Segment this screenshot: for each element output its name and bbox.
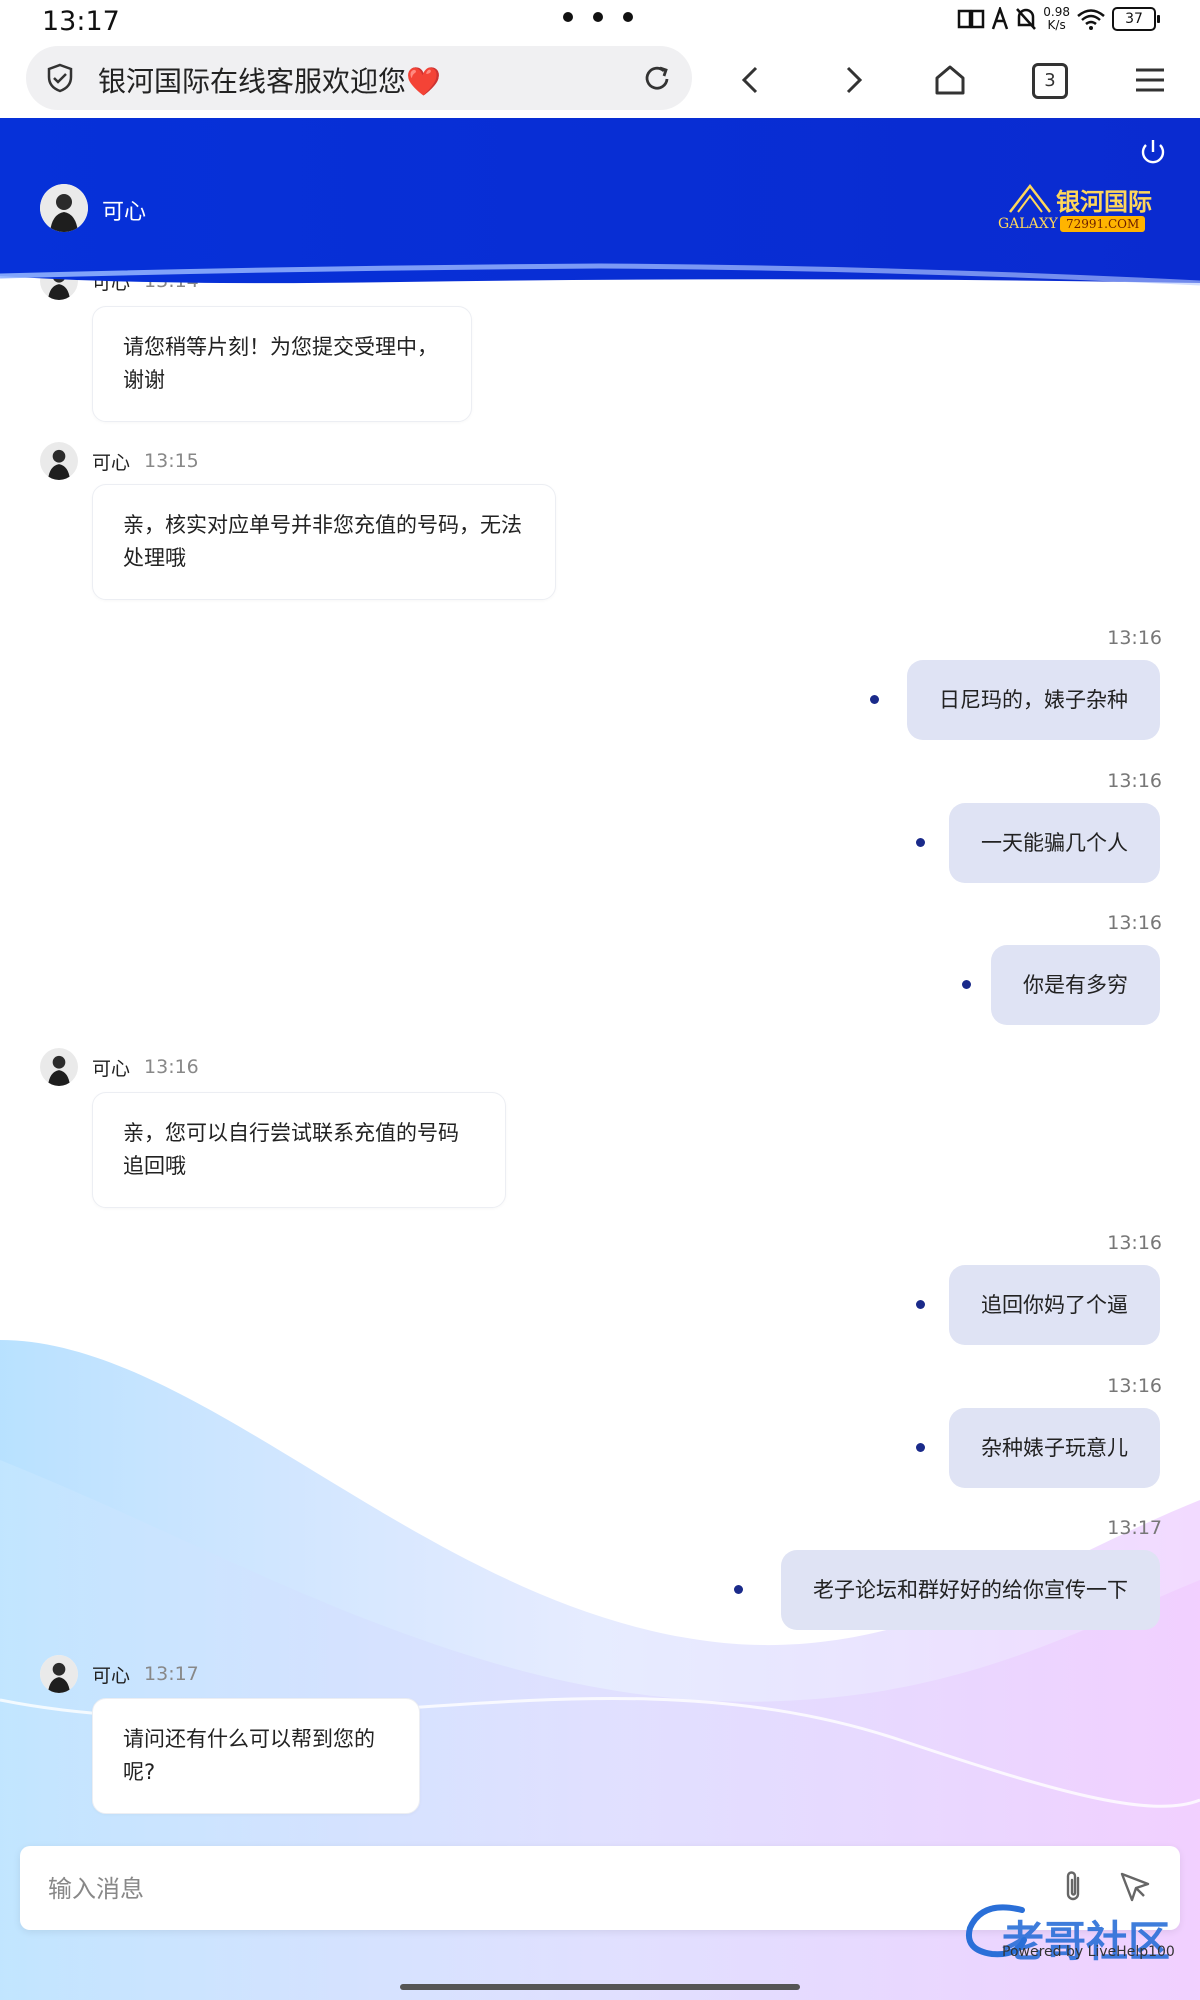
message-time: 13:16 <box>1107 770 1162 792</box>
wifi-icon <box>1077 9 1105 30</box>
message-list: 可心 13:14 请您稍等片刻！为您提交受理中，谢谢 可心 13:15 亲，核实… <box>0 0 1200 2000</box>
home-icon[interactable] <box>932 62 968 98</box>
home-indicator[interactable] <box>400 1984 800 1990</box>
menu-icon[interactable] <box>1132 62 1168 98</box>
mute-bell-icon <box>1016 8 1037 30</box>
incoming-message: 请您稍等片刻！为您提交受理中，谢谢 <box>92 306 472 422</box>
message-time: 13:16 <box>1107 912 1162 934</box>
message-time: 13:16 <box>1107 1232 1162 1254</box>
brand-en: GALAXY <box>998 216 1058 232</box>
read-indicator <box>916 838 925 847</box>
font-a-icon <box>992 7 1009 30</box>
outgoing-message: 杂种婊子玩意儿 <box>949 1408 1160 1488</box>
message-input[interactable] <box>46 1864 1010 1914</box>
read-indicator <box>870 695 879 704</box>
brand-domain: 72991.COM <box>1060 216 1146 232</box>
read-indicator <box>962 980 971 989</box>
powered-by: Powered by LiveHelp100 <box>1002 1944 1175 1960</box>
status-bar: 13:17 0.98 K/s 37 <box>0 0 1200 44</box>
brand-logo: 银河国际 GALAXY 72991.COM <box>998 182 1162 236</box>
message-time: 13:17 <box>144 1663 199 1685</box>
read-indicator <box>916 1300 925 1309</box>
message-meta: 可心 13:15 <box>40 442 199 480</box>
outgoing-message: 日尼玛的，婊子杂种 <box>907 660 1160 740</box>
sender-name: 可心 <box>92 1057 131 1080</box>
page-title: 银河国际在线客服欢迎您❤️ <box>98 65 441 98</box>
power-icon[interactable] <box>1136 136 1170 170</box>
reader-icon <box>958 9 985 29</box>
brand-name: 银河国际 <box>1056 187 1152 216</box>
network-speed: 0.98 K/s <box>1043 5 1070 32</box>
send-icon[interactable] <box>1118 1870 1152 1904</box>
message-meta: 可心 13:17 <box>40 1655 199 1693</box>
avatar <box>40 442 78 480</box>
battery-indicator: 37 <box>1112 7 1160 31</box>
avatar <box>40 184 88 232</box>
paperclip-icon[interactable] <box>1058 1870 1090 1906</box>
status-time: 13:17 <box>42 6 120 37</box>
address-bar[interactable]: 银河国际在线客服欢迎您❤️ <box>26 46 692 110</box>
sender-name: 可心 <box>92 1664 131 1687</box>
outgoing-message: 追回你妈了个逼 <box>949 1265 1160 1345</box>
incoming-message: 亲，核实对应单号并非您充值的号码，无法处理哦 <box>92 484 556 600</box>
chat-header: 可心 银河国际 GALAXY 72991.COM <box>0 118 1200 286</box>
message-meta: 可心 13:16 <box>40 1048 199 1086</box>
incoming-message: 请问还有什么可以帮到您的呢? <box>92 1698 420 1814</box>
sender-name: 可心 <box>92 451 131 474</box>
avatar <box>40 1655 78 1693</box>
chevron-right-icon[interactable] <box>834 62 870 98</box>
read-indicator <box>916 1443 925 1452</box>
message-time: 13:16 <box>1107 1375 1162 1397</box>
galaxy-roof-icon <box>1009 183 1051 213</box>
incoming-message: 亲，您可以自行尝试联系充值的号码追回哦 <box>92 1092 506 1208</box>
outgoing-message: 老子论坛和群好好的给你宣传一下 <box>781 1550 1160 1630</box>
message-time: 13:16 <box>144 1056 199 1078</box>
outgoing-message: 你是有多穷 <box>991 945 1160 1025</box>
agent-name: 可心 <box>102 200 147 225</box>
message-time: 13:17 <box>1107 1517 1162 1539</box>
message-time: 13:15 <box>144 450 199 472</box>
chevron-left-icon[interactable] <box>734 62 770 98</box>
shield-check-icon <box>47 63 73 93</box>
tabs-icon[interactable]: 3 <box>1032 63 1068 99</box>
outgoing-message: 一天能骗几个人 <box>949 803 1160 883</box>
message-time: 13:16 <box>1107 627 1162 649</box>
reload-icon[interactable] <box>640 62 674 96</box>
status-center-dots <box>563 12 633 22</box>
avatar <box>40 1048 78 1086</box>
read-indicator <box>734 1585 743 1594</box>
browser-toolbar: 银河国际在线客服欢迎您❤️ 3 <box>0 44 1200 118</box>
status-icons: 0.98 K/s 37 <box>957 5 1160 32</box>
